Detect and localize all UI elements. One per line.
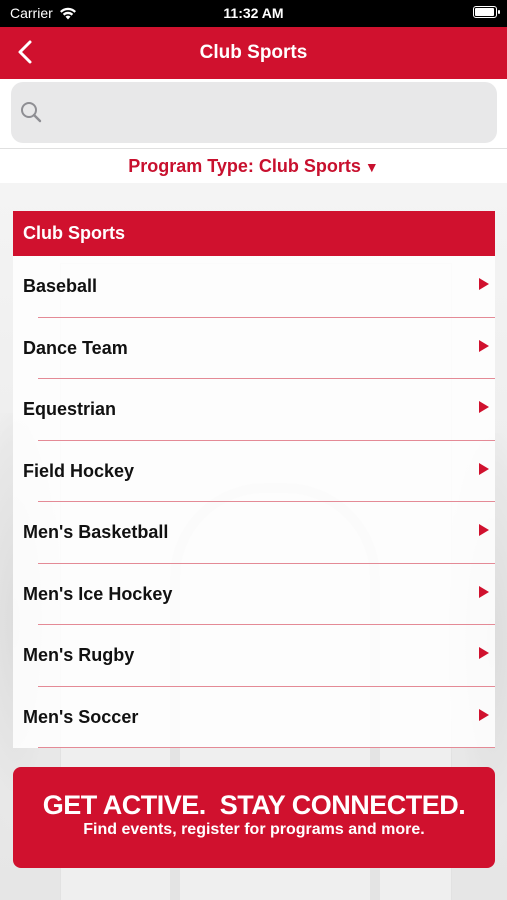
list-section-header: Club Sports [13, 211, 495, 256]
promo-banner[interactable]: GET ACTIVE. STAY CONNECTED. Find events,… [13, 767, 495, 868]
list-item[interactable]: Men's Soccer [13, 686, 495, 748]
battery-icon [473, 6, 500, 18]
list-item-label: Men's Basketball [23, 522, 169, 542]
chevron-right-icon [479, 585, 489, 598]
list-item[interactable]: Dance Team [13, 317, 495, 379]
list-item-label: Baseball [23, 276, 98, 296]
status-time: 11:32 AM [223, 5, 284, 21]
list-item[interactable]: Equestrian [13, 379, 495, 441]
list-item-label: Dance Team [23, 337, 128, 358]
list-item[interactable]: Baseball [13, 256, 495, 318]
list-item-label: Field Hockey [23, 460, 135, 481]
chevron-right-icon [479, 647, 489, 659]
program-type-label: Program Type: Club Sports [128, 156, 361, 176]
list-item-label: Equestrian [23, 399, 117, 419]
list-item-label: Men's Soccer [23, 706, 139, 727]
navigation-bar: Club Sports [0, 27, 507, 79]
program-type-filter[interactable]: Program Type: Club Sports ▼ [0, 148, 507, 183]
list-item[interactable]: Men's Ice Hockey [13, 563, 495, 625]
list-item[interactable]: Men's Rugby [13, 625, 495, 687]
dropdown-arrow-icon: ▼ [364, 159, 379, 175]
list-item-label: Men's Rugby [23, 645, 135, 665]
chevron-right-icon [479, 462, 489, 475]
club-sports-list: Club Sports Baseball Dance Team Equestrian… [13, 211, 495, 771]
row-separator [38, 747, 495, 748]
banner-headline: GET ACTIVE. STAY CONNECTED. [42, 790, 466, 820]
list-item-label: Men's Ice Hockey [23, 583, 173, 604]
chevron-right-icon [479, 339, 489, 352]
status-bar: Carrier 11:32 AM [0, 0, 507, 27]
chevron-right-icon [479, 708, 489, 721]
search-input[interactable] [11, 82, 497, 143]
chevron-right-icon [479, 278, 489, 290]
chevron-right-icon [479, 524, 489, 536]
page-title: Club Sports [199, 42, 308, 63]
list-item[interactable]: Field Hockey [13, 440, 495, 502]
list-item[interactable]: Men's Basketball [13, 502, 495, 564]
search-icon [21, 102, 42, 123]
banner-subline: Find events, register for programs and m… [83, 821, 425, 838]
search-bar [0, 79, 507, 147]
battery-fill [475, 8, 494, 16]
chevron-right-icon [479, 401, 489, 413]
